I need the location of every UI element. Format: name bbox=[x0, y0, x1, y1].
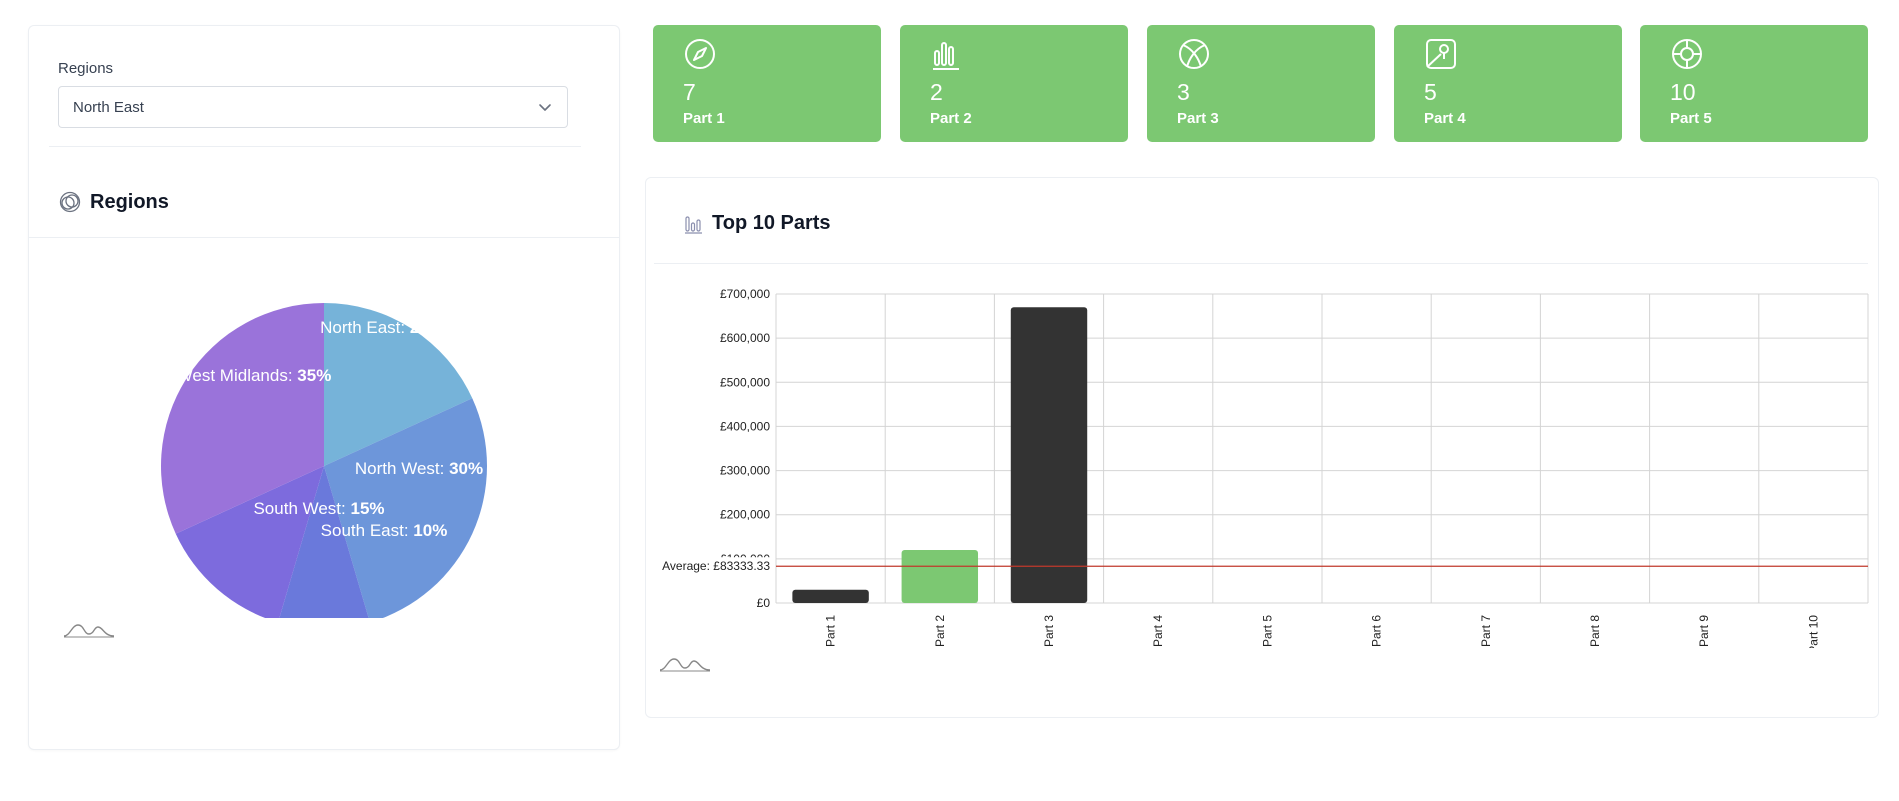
top-parts-card: Top 10 Parts £0£100,000£200,000£300,000£… bbox=[645, 177, 1879, 718]
y-tick-label: £300,000 bbox=[720, 464, 770, 478]
tile-part-3[interactable]: 3 Part 3 bbox=[1147, 25, 1375, 142]
x-tick-label: Part 3 bbox=[1042, 615, 1056, 647]
bar-part-3[interactable] bbox=[1010, 307, 1088, 603]
average-label: Average: £83333.33 bbox=[662, 559, 770, 573]
pie-label: North West: 30% bbox=[355, 459, 483, 478]
bar-part-1[interactable] bbox=[792, 589, 869, 603]
pie-panel-title: Regions bbox=[58, 190, 169, 214]
x-tick-label: Part 7 bbox=[1479, 615, 1493, 647]
tile-value: 10 bbox=[1670, 79, 1696, 105]
tile-label: Part 1 bbox=[683, 110, 725, 127]
tile-part-4[interactable]: 5 Part 4 bbox=[1394, 25, 1622, 142]
bar-part-2[interactable] bbox=[901, 550, 979, 603]
chart-logo-icon bbox=[659, 658, 711, 672]
pie-label: South West: 15% bbox=[253, 499, 384, 518]
compass-icon bbox=[685, 39, 715, 69]
lifebuoy-icon bbox=[1672, 39, 1702, 69]
tile-part-5[interactable]: 10 Part 5 bbox=[1640, 25, 1868, 142]
x-tick-label: Part 9 bbox=[1697, 615, 1711, 647]
tile-part-2[interactable]: 2 Part 2 bbox=[900, 25, 1128, 142]
ball-icon bbox=[1179, 39, 1209, 69]
chart-logo-icon bbox=[63, 624, 115, 638]
tile-value: 7 bbox=[683, 79, 696, 105]
tile-value: 2 bbox=[930, 79, 943, 105]
x-tick-label: Part 2 bbox=[933, 615, 947, 647]
regions-select-value: North East bbox=[73, 98, 144, 116]
x-tick-label: Part 4 bbox=[1151, 615, 1165, 647]
regions-filter-label: Regions bbox=[58, 60, 114, 77]
x-tick-label: Part 10 bbox=[1806, 615, 1820, 648]
y-tick-label: £0 bbox=[757, 596, 771, 610]
bar-chart-icon bbox=[933, 42, 959, 70]
tile-value: 3 bbox=[1177, 79, 1190, 105]
tile-label: Part 4 bbox=[1424, 110, 1466, 127]
chevron-down-icon bbox=[539, 104, 551, 111]
regions-card: Regions North East Regions North East: 2… bbox=[28, 25, 620, 750]
y-tick-label: £400,000 bbox=[720, 419, 770, 433]
x-tick-label: Part 8 bbox=[1588, 615, 1602, 647]
tile-label: Part 5 bbox=[1670, 110, 1712, 127]
regions-select[interactable]: North East bbox=[58, 86, 568, 128]
pie-label: North East: 20% bbox=[320, 318, 444, 337]
x-tick-label: Part 6 bbox=[1370, 615, 1384, 647]
pie-label: South East: 10% bbox=[321, 521, 448, 540]
rings-icon bbox=[59, 191, 81, 213]
filter-divider bbox=[49, 146, 581, 147]
y-tick-label: £500,000 bbox=[720, 375, 770, 389]
y-tick-label: £200,000 bbox=[720, 508, 770, 522]
x-tick-label: Part 5 bbox=[1260, 615, 1274, 647]
tile-label: Part 3 bbox=[1177, 110, 1219, 127]
x-tick-label: Part 1 bbox=[824, 615, 838, 647]
pie-label: West Midlands: 35% bbox=[177, 366, 332, 385]
tile-value: 5 bbox=[1424, 79, 1437, 105]
tile-label: Part 2 bbox=[930, 110, 972, 127]
pie-title-text: Regions bbox=[90, 190, 169, 213]
regions-pie-chart: North East: 20% North West: 30% South East… bbox=[160, 303, 487, 618]
tile-part-1[interactable]: 7 Part 1 bbox=[653, 25, 881, 142]
y-tick-label: £600,000 bbox=[720, 331, 770, 345]
y-tick-label: £700,000 bbox=[720, 287, 770, 301]
top-parts-bar-chart: £0£100,000£200,000£300,000£400,000£500,0… bbox=[654, 287, 1869, 648]
map-pin-icon bbox=[1426, 39, 1456, 69]
